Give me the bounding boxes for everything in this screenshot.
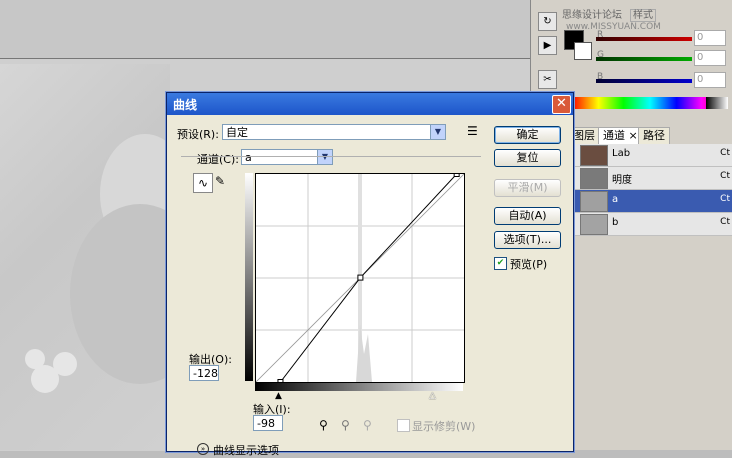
grayscale-ramp[interactable] <box>706 97 728 109</box>
reset-button[interactable]: 复位 <box>494 149 561 167</box>
white-point-slider[interactable]: △ <box>429 391 436 401</box>
tools-icon[interactable]: ✂ <box>538 70 557 89</box>
preview-label: 预览(P) <box>510 258 548 271</box>
dialog-titlebar[interactable]: 曲线 ✕ <box>167 93 573 115</box>
portrait-image <box>25 134 170 393</box>
ok-button[interactable]: 确定 <box>494 126 561 144</box>
preset-options-icon[interactable]: ☰ <box>467 124 478 138</box>
output-field[interactable]: -128 <box>189 365 219 381</box>
show-clipping-checkbox[interactable] <box>397 419 410 432</box>
channel-thumbnail <box>580 214 608 235</box>
channel-row-a[interactable]: a Ct <box>570 190 732 213</box>
preset-select[interactable]: 自定 ▼ <box>222 124 446 140</box>
channel-thumbnail <box>580 145 608 166</box>
tab-paths[interactable]: 路径 <box>638 127 670 144</box>
curve-options-label: 曲线显示选项 <box>213 444 279 457</box>
blue-value[interactable]: 0 <box>694 72 726 88</box>
black-eyedropper-icon[interactable]: ⚲ <box>319 418 328 432</box>
channel-row-lightness[interactable]: 明度 Ct <box>570 167 732 190</box>
tool-strip: ↻ ▶ ✂ <box>530 0 561 96</box>
input-field[interactable]: -98 <box>253 415 283 431</box>
curve-graph[interactable] <box>255 173 465 383</box>
preset-label: 预设(R): <box>177 128 219 141</box>
history-icon[interactable]: ↻ <box>538 12 557 31</box>
color-spectrum[interactable] <box>572 97 728 109</box>
photo-area <box>0 64 170 450</box>
expand-chevron-icon[interactable]: » <box>197 443 209 455</box>
curve-svg <box>256 174 464 382</box>
gray-eyedropper-icon[interactable]: ⚲ <box>341 418 350 432</box>
watermark-text: 思缘设计论坛 样式 www.MISSYUAN.COM <box>562 9 661 32</box>
red-slider[interactable] <box>596 37 692 41</box>
output-gradient-bar <box>245 173 253 381</box>
dialog-title: 曲线 <box>173 98 198 112</box>
close-button[interactable]: ✕ <box>552 95 571 114</box>
channel-thumbnail <box>580 168 608 189</box>
group-divider <box>181 156 481 158</box>
auto-button[interactable]: 自动(A) <box>494 207 561 225</box>
channel-row-b[interactable]: b Ct <box>570 213 732 236</box>
show-clipping-label: 显示修剪(W) <box>412 420 476 433</box>
tab-channels[interactable]: 通道 × <box>598 127 643 144</box>
green-slider[interactable] <box>596 57 692 61</box>
smooth-button[interactable]: 平滑(M) <box>494 179 561 197</box>
input-gradient-bar <box>255 383 463 391</box>
channel-label: 通道(C): <box>197 153 239 166</box>
actions-icon[interactable]: ▶ <box>538 36 557 55</box>
options-button[interactable]: 选项(T)... <box>494 231 561 249</box>
curves-dialog: 曲线 ✕ 预设(R): 自定 ▼ ☰ 通道(C): a ▼ ∿ ✎ ▲ △ 输出(O… <box>166 92 574 457</box>
curve-control-point[interactable] <box>357 274 364 281</box>
blue-slider[interactable] <box>596 79 692 83</box>
channel-row-lab[interactable]: Lab Ct <box>570 144 732 167</box>
pencil-tool-icon[interactable]: ✎ <box>215 174 225 188</box>
red-value[interactable]: 0 <box>694 30 726 46</box>
workspace-top <box>0 0 530 58</box>
curve-control-point[interactable] <box>277 379 284 383</box>
background-swatch[interactable] <box>574 42 592 60</box>
chevron-down-icon: ▼ <box>430 125 445 139</box>
black-point-slider[interactable]: ▲ <box>275 391 282 401</box>
channel-thumbnail <box>580 191 608 212</box>
curve-control-point[interactable] <box>453 174 460 177</box>
preview-checkbox[interactable]: ✔ <box>494 257 507 270</box>
green-value[interactable]: 0 <box>694 50 726 66</box>
white-eyedropper-icon[interactable]: ⚲ <box>363 418 372 432</box>
curve-point-tool-icon[interactable]: ∿ <box>193 173 213 193</box>
